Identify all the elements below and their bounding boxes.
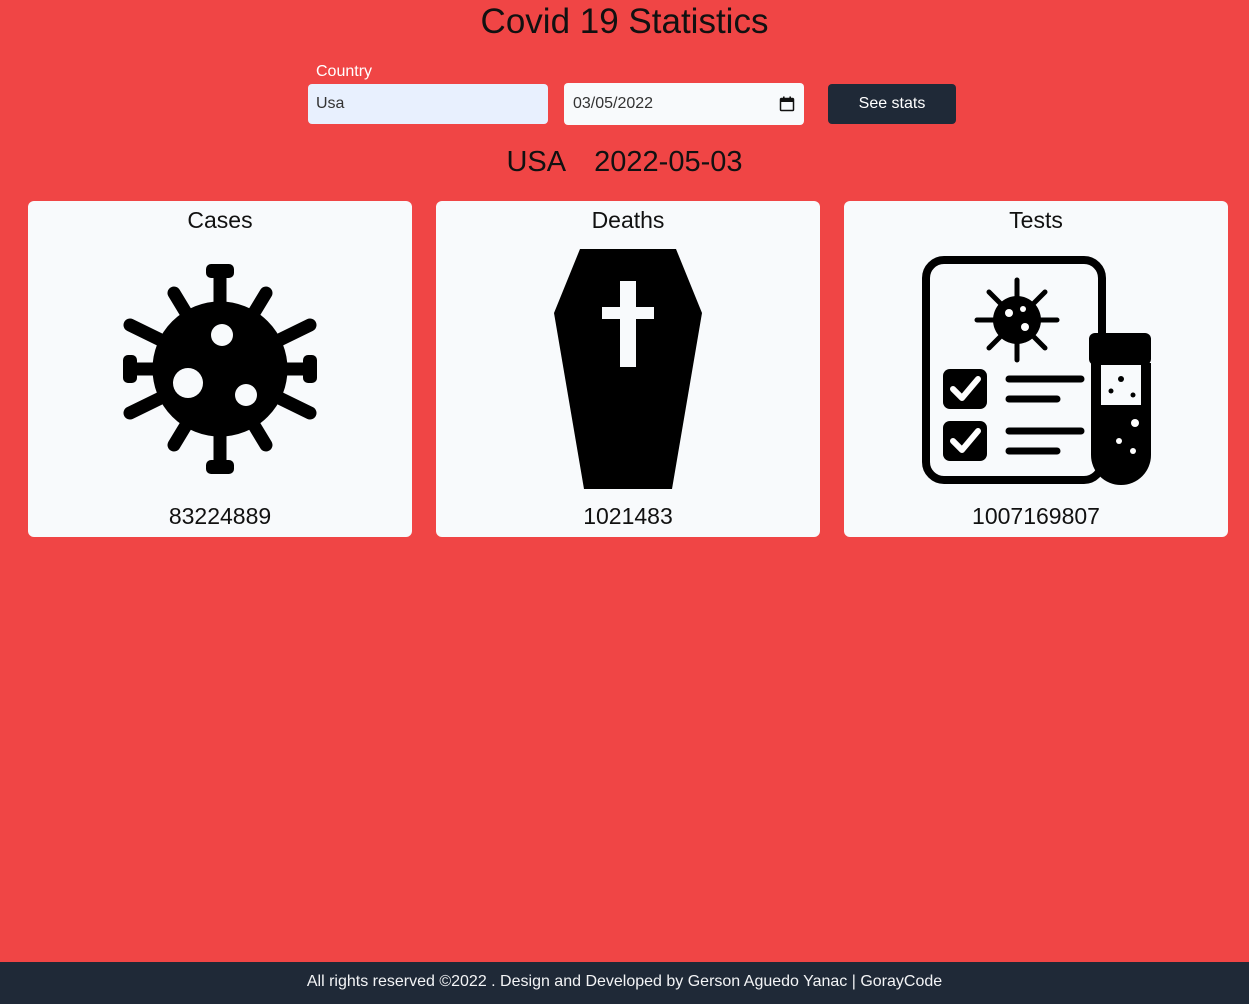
deaths-card: Deaths 1021483	[436, 201, 820, 537]
page-title: Covid 19 Statistics	[480, 2, 769, 41]
card-title: Deaths	[591, 207, 665, 233]
country-input[interactable]	[308, 84, 548, 124]
coffin-icon	[436, 249, 820, 489]
deaths-value: 1021483	[583, 503, 673, 529]
tests-card: Tests 1007169807	[844, 201, 1228, 537]
card-title: Tests	[1009, 207, 1063, 233]
search-form: Country 03/05/2022 See stats	[0, 58, 1249, 128]
date-input[interactable]: 03/05/2022	[564, 83, 804, 125]
cases-value: 83224889	[168, 503, 272, 529]
calendar-icon[interactable]	[779, 96, 795, 112]
cases-card: Cases 83224889	[28, 201, 412, 537]
footer-text: All rights reserved ©2022 . Design and D…	[306, 973, 943, 990]
virus-icon	[28, 263, 412, 475]
country-label: Country	[316, 63, 373, 80]
result-heading: USA 2022-05-03	[0, 142, 1249, 182]
card-title: Cases	[187, 207, 253, 233]
date-value: 03/05/2022	[573, 95, 654, 112]
footer: All rights reserved ©2022 . Design and D…	[0, 962, 1249, 1004]
test-report-icon	[844, 255, 1228, 485]
result-country: USA	[506, 146, 567, 178]
page: Covid 19 Statistics Country 03/05/2022 S…	[0, 0, 1249, 1004]
see-stats-button[interactable]: See stats	[828, 84, 956, 124]
tests-value: 1007169807	[972, 503, 1100, 529]
result-date: 2022-05-03	[594, 146, 743, 178]
